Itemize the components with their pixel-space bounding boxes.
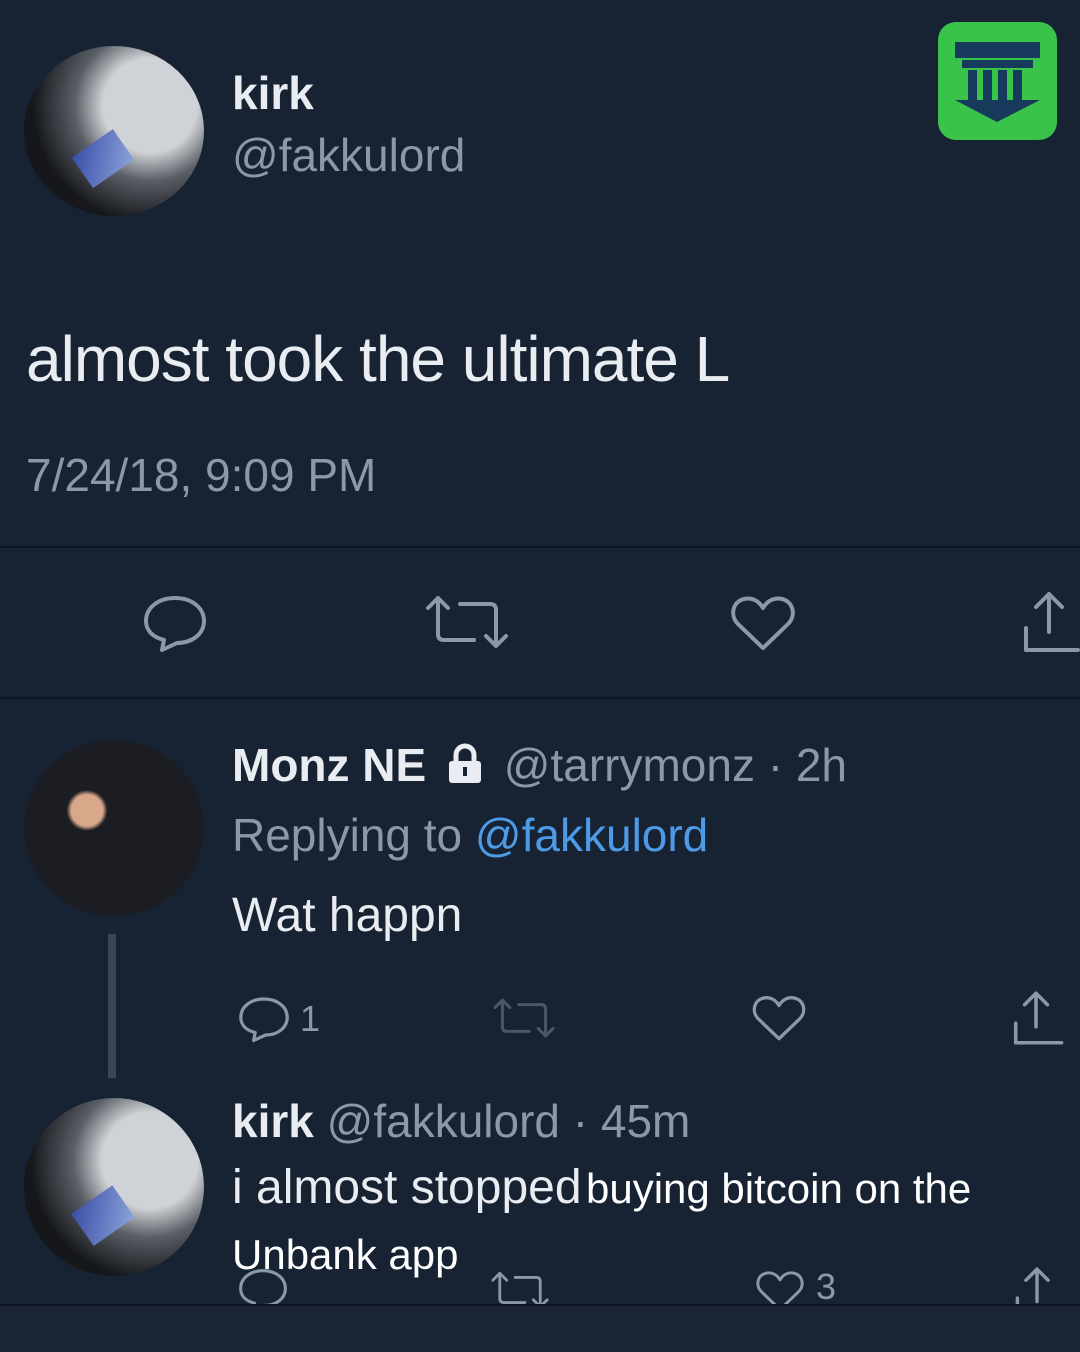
reply-text-overlay: buying bitcoin on the bbox=[585, 1165, 972, 1212]
reply-icon[interactable] bbox=[236, 1266, 290, 1304]
author-name[interactable]: kirk bbox=[232, 66, 314, 120]
replying-handle-link[interactable]: @fakkulord bbox=[475, 809, 708, 861]
divider bbox=[0, 697, 1080, 699]
author-handle[interactable]: @fakkulord bbox=[232, 128, 465, 182]
bank-icon bbox=[955, 42, 1040, 122]
avatar[interactable] bbox=[24, 740, 204, 916]
share-icon[interactable] bbox=[1008, 988, 1064, 1048]
unbank-logo-icon bbox=[938, 22, 1057, 140]
avatar[interactable] bbox=[24, 46, 204, 216]
reply2-actions: 3 bbox=[0, 1262, 1080, 1304]
retweet-icon[interactable] bbox=[490, 1270, 550, 1304]
like-icon[interactable] bbox=[750, 992, 808, 1044]
reply-text: Wat happn bbox=[232, 889, 463, 942]
share-icon[interactable] bbox=[1018, 588, 1080, 656]
divider bbox=[0, 546, 1080, 548]
reply-header: Monz NE @tarrymonz · 2h bbox=[232, 738, 847, 792]
retweet-icon[interactable] bbox=[424, 594, 510, 650]
retweet-icon[interactable] bbox=[492, 996, 556, 1040]
bottom-bar bbox=[0, 1304, 1080, 1352]
share-icon[interactable] bbox=[1010, 1264, 1064, 1304]
like-count: 3 bbox=[816, 1266, 837, 1304]
author-handle[interactable]: @tarrymonz bbox=[504, 739, 755, 791]
reply-time: · 45m bbox=[572, 1095, 691, 1147]
replying-to: Replying to @fakkulord bbox=[232, 808, 708, 862]
reply-header: kirk @fakkulord · 45m bbox=[232, 1094, 690, 1148]
reply-time: · 2h bbox=[767, 739, 847, 791]
replying-label: Replying to bbox=[232, 809, 463, 861]
reply-count: 1 bbox=[300, 998, 321, 1039]
like-icon[interactable] bbox=[754, 1268, 806, 1304]
like-icon[interactable] bbox=[728, 592, 798, 654]
lock-icon bbox=[448, 743, 481, 783]
author-handle[interactable]: @fakkulord bbox=[327, 1095, 560, 1147]
reply-icon[interactable] bbox=[140, 592, 210, 654]
thread-line bbox=[108, 934, 116, 1078]
tweet-text: almost took the ultimate L bbox=[26, 323, 730, 395]
reply-text-original: i almost stopped bbox=[232, 1161, 582, 1214]
author-name[interactable]: kirk bbox=[232, 1095, 314, 1147]
author-name[interactable]: Monz NE bbox=[232, 739, 426, 791]
reply-icon[interactable] bbox=[236, 994, 292, 1044]
avatar[interactable] bbox=[24, 1098, 204, 1276]
timestamp: 7/24/18, 9:09 PM bbox=[26, 449, 377, 501]
